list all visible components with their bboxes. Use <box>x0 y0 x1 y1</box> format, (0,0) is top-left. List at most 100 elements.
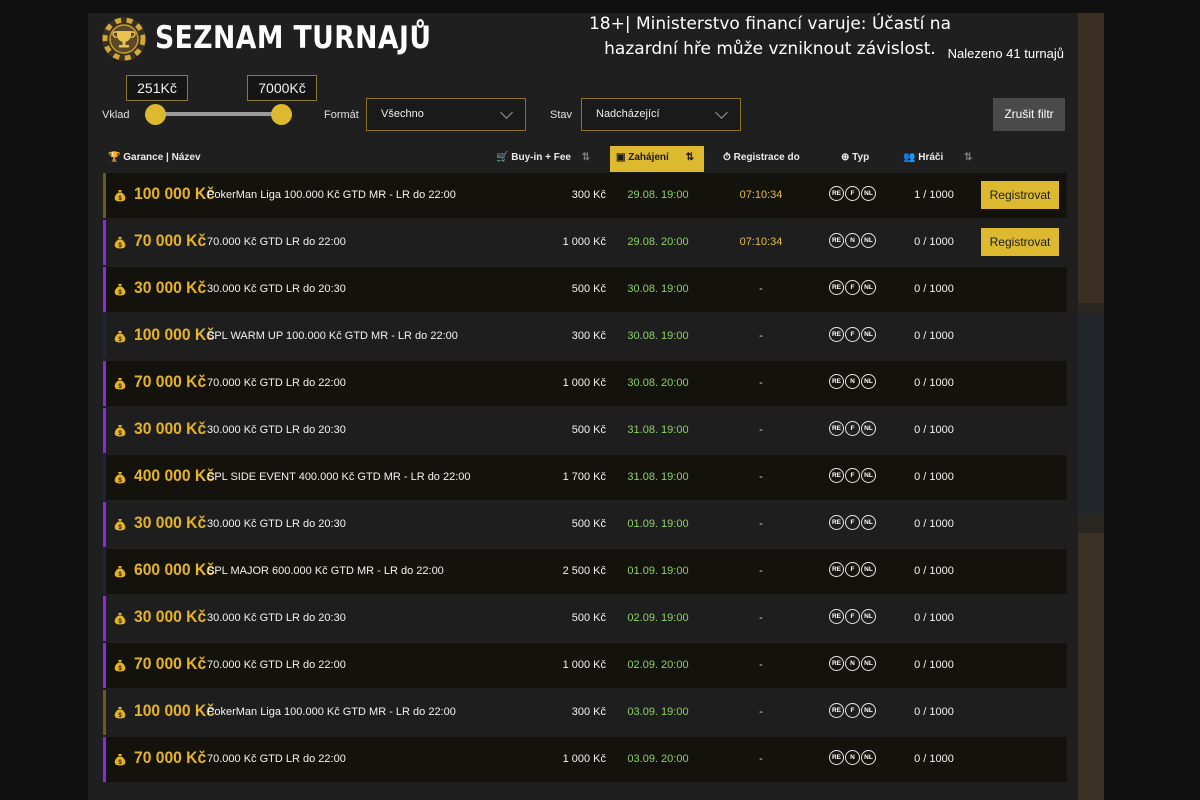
register-button[interactable]: Registrovat <box>981 228 1059 256</box>
tournament-name[interactable]: 70.000 Kč GTD LR do 22:00 <box>207 377 346 389</box>
type-badge-f: F <box>845 703 860 718</box>
chevron-down-icon <box>715 106 728 119</box>
type-badges: RE F NL <box>829 186 889 204</box>
buyin-value: 300 Kč <box>571 706 606 718</box>
type-badges: RE N NL <box>829 750 889 768</box>
type-badge-nl: NL <box>861 186 876 201</box>
guarantee-amount: 30 000 Kč <box>134 419 207 438</box>
status-select-value: Nadcházející <box>596 108 660 120</box>
guarantee-amount: 30 000 Kč <box>134 278 207 297</box>
type-badge-re: RE <box>829 562 844 577</box>
sort-icon[interactable]: ⇅ <box>686 152 694 163</box>
players-count: 0 / 1000 <box>914 471 954 483</box>
deposit-label: Vklad <box>102 109 130 121</box>
table-row[interactable]: $ 600 000 Kč SPL MAJOR 600.000 Kč GTD MR… <box>103 549 1067 594</box>
tournament-name[interactable]: 70.000 Kč GTD LR do 22:00 <box>207 659 346 671</box>
table-row[interactable]: $ 70 000 Kč 70.000 Kč GTD LR do 22:00 1 … <box>103 643 1067 688</box>
guarantee-amount: 70 000 Kč <box>134 654 207 673</box>
tournament-name[interactable]: PokerMan Liga 100.000 Kč GTD MR - LR do … <box>207 189 456 201</box>
registration-until: - <box>759 612 763 624</box>
registration-until: 07:10:34 <box>739 236 783 248</box>
col-name-header[interactable]: 🏆 Garance | Název <box>108 146 201 172</box>
guarantee-amount: 30 000 Kč <box>134 513 207 532</box>
tournament-name[interactable]: 70.000 Kč GTD LR do 22:00 <box>207 753 346 765</box>
money-bag-icon: $ <box>114 660 126 672</box>
type-badges: RE F NL <box>829 515 889 533</box>
type-badge-nl: NL <box>861 421 876 436</box>
table-row[interactable]: $ 70 000 Kč 70.000 Kč GTD LR do 22:00 1 … <box>103 361 1067 406</box>
type-badge-nl: NL <box>861 515 876 530</box>
col-buyin-header[interactable]: 🛒 Buy-in + Fee ⇅ <box>496 146 590 172</box>
tournament-name[interactable]: 30.000 Kč GTD LR do 20:30 <box>207 424 346 436</box>
table-row[interactable]: $ 400 000 Kč SPL SIDE EVENT 400.000 Kč G… <box>103 455 1067 500</box>
table-row[interactable]: $ 30 000 Kč 30.000 Kč GTD LR do 20:30 50… <box>103 502 1067 547</box>
guarantee-amount: 70 000 Kč <box>134 372 207 391</box>
table-row[interactable]: $ 100 000 Kč PokerMan Liga 100.000 Kč GT… <box>103 690 1067 735</box>
type-badge-f: F <box>845 562 860 577</box>
players-count: 0 / 1000 <box>914 612 954 624</box>
type-badge-n: N <box>845 656 860 671</box>
guarantee-amount: 100 000 Kč <box>134 184 215 203</box>
money-bag-icon: $ <box>114 284 126 296</box>
tournament-name[interactable]: PokerMan Liga 100.000 Kč GTD MR - LR do … <box>207 706 456 718</box>
buyin-value: 2 500 Kč <box>562 565 606 577</box>
tournament-name[interactable]: 30.000 Kč GTD LR do 20:30 <box>207 518 346 530</box>
users-icon: 👥 <box>903 152 916 163</box>
format-select[interactable]: Všechno <box>366 98 526 131</box>
col-start-header[interactable]: ▣ Zahájení ⇅ <box>610 146 704 172</box>
type-badge-re: RE <box>829 327 844 342</box>
table-row[interactable]: $ 70 000 Kč 70.000 Kč GTD LR do 22:00 1 … <box>103 737 1067 782</box>
clear-filter-button[interactable]: Zrušit filtr <box>993 98 1065 131</box>
money-bag-icon: $ <box>114 754 126 766</box>
table-row[interactable]: $ 30 000 Kč 30.000 Kč GTD LR do 20:30 50… <box>103 267 1067 312</box>
col-players-header[interactable]: 👥 Hráči ⇅ <box>903 146 972 172</box>
registration-until: 07:10:34 <box>739 189 783 201</box>
tournament-name[interactable]: SPL SIDE EVENT 400.000 Kč GTD MR - LR do… <box>207 471 471 483</box>
col-type-header[interactable]: ⊕ Typ <box>841 146 869 172</box>
price-slider-track[interactable] <box>156 112 282 116</box>
tournament-name[interactable]: 70.000 Kč GTD LR do 22:00 <box>207 236 346 248</box>
type-badge-f: F <box>845 609 860 624</box>
start-date: 01.09. 19:00 <box>627 518 689 530</box>
buyin-value: 1 700 Kč <box>562 471 606 483</box>
results-count: Nalezeno 41 turnajů <box>947 46 1064 61</box>
guarantee-amount: 30 000 Kč <box>134 607 207 626</box>
tournament-name[interactable]: 30.000 Kč GTD LR do 20:30 <box>207 612 346 624</box>
start-date: 31.08. 19:00 <box>627 471 689 483</box>
col-reg-header[interactable]: ⏱ Registrace do <box>723 146 800 172</box>
start-date: 31.08. 19:00 <box>627 424 689 436</box>
players-count: 0 / 1000 <box>914 659 954 671</box>
max-price-value: 7000Kč <box>247 75 317 101</box>
table-row[interactable]: $ 100 000 Kč SPL WARM UP 100.000 Kč GTD … <box>103 314 1067 359</box>
players-count: 0 / 1000 <box>914 706 954 718</box>
tournament-list: $ 100 000 Kč PokerMan Liga 100.000 Kč GT… <box>103 173 1067 784</box>
status-select[interactable]: Nadcházející <box>581 98 741 131</box>
table-row[interactable]: $ 30 000 Kč 30.000 Kč GTD LR do 20:30 50… <box>103 408 1067 453</box>
players-count: 0 / 1000 <box>914 236 954 248</box>
tournament-name[interactable]: 30.000 Kč GTD LR do 20:30 <box>207 283 346 295</box>
type-badge-n: N <box>845 374 860 389</box>
buyin-value: 500 Kč <box>571 518 606 530</box>
registration-until: - <box>759 565 763 577</box>
price-slider-min-handle[interactable] <box>145 104 166 125</box>
tournament-name[interactable]: SPL WARM UP 100.000 Kč GTD MR - LR do 22… <box>207 330 458 342</box>
buyin-value: 500 Kč <box>571 283 606 295</box>
registration-until: - <box>759 283 763 295</box>
sort-icon[interactable]: ⇅ <box>582 152 590 163</box>
players-count: 1 / 1000 <box>914 189 954 201</box>
table-header: 🏆 Garance | Název 🛒 Buy-in + Fee ⇅ ▣ Zah… <box>103 146 1065 172</box>
type-badge-nl: NL <box>861 750 876 765</box>
type-badge-nl: NL <box>861 327 876 342</box>
price-slider-max-handle[interactable] <box>271 104 292 125</box>
type-badge-f: F <box>845 186 860 201</box>
table-row[interactable]: $ 100 000 Kč PokerMan Liga 100.000 Kč GT… <box>103 173 1067 218</box>
table-row[interactable]: $ 70 000 Kč 70.000 Kč GTD LR do 22:00 1 … <box>103 220 1067 265</box>
tournament-name[interactable]: SPL MAJOR 600.000 Kč GTD MR - LR do 22:0… <box>207 565 444 577</box>
money-bag-icon: $ <box>114 613 126 625</box>
table-row[interactable]: $ 30 000 Kč 30.000 Kč GTD LR do 20:30 50… <box>103 596 1067 641</box>
register-button[interactable]: Registrovat <box>981 181 1059 209</box>
start-date: 30.08. 19:00 <box>627 330 689 342</box>
type-badges: RE F NL <box>829 327 889 345</box>
sort-icon[interactable]: ⇅ <box>964 152 972 163</box>
type-badges: RE N NL <box>829 656 889 674</box>
